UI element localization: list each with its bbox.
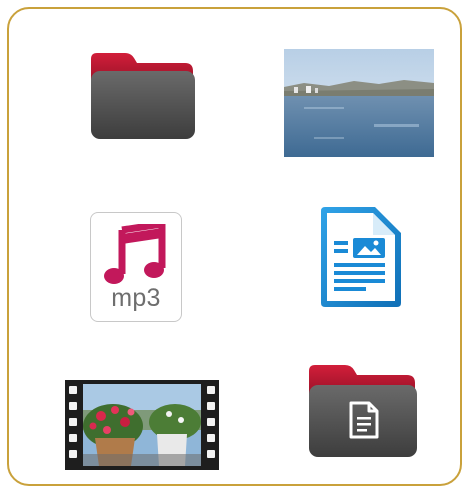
document-file-icon[interactable] <box>313 205 405 311</box>
video-file-icon[interactable] <box>65 380 219 470</box>
music-note-icon <box>104 224 166 284</box>
file-grid-panel: mp3 <box>7 7 462 486</box>
document-folder-icon[interactable] <box>307 361 419 461</box>
landscape-photo-icon[interactable] <box>284 49 434 157</box>
mp3-label: mp3 <box>111 284 161 312</box>
folder-icon[interactable] <box>89 49 197 141</box>
mp3-file-icon[interactable]: mp3 <box>90 212 182 322</box>
